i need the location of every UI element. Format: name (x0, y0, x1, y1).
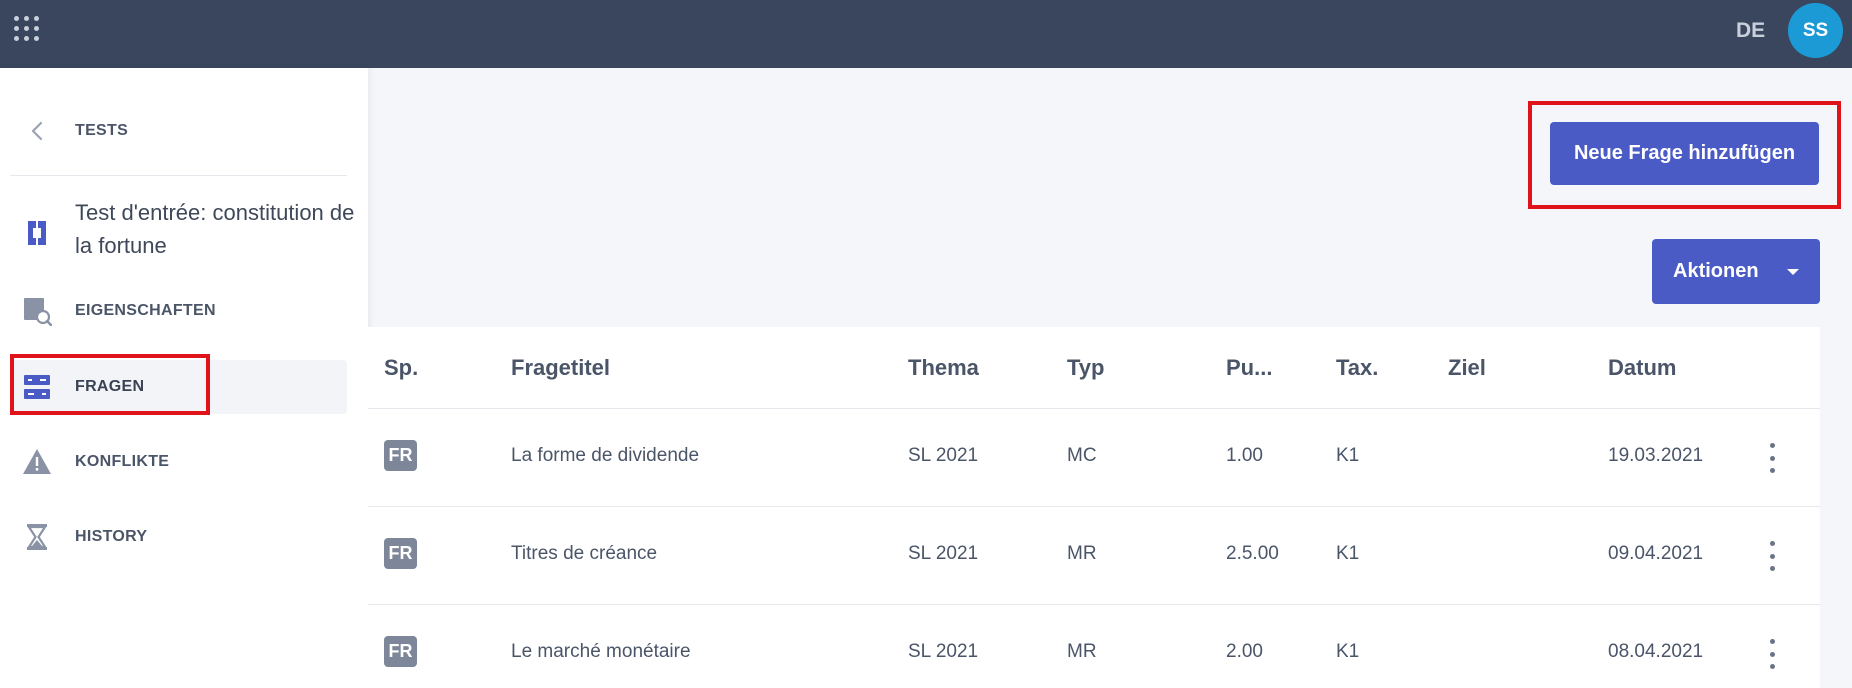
test-bracket-icon (22, 218, 52, 248)
table-row[interactable]: FR La forme de dividende SL 2021 MC 1.00… (368, 409, 1820, 507)
warning-icon (22, 447, 52, 477)
question-points: 2.5.00 (1226, 543, 1279, 564)
question-title[interactable]: La forme de dividende (511, 445, 699, 467)
top-bar: DE SS (0, 0, 1852, 68)
language-badge: FR (384, 440, 417, 471)
question-date: 08.04.2021 (1608, 641, 1704, 662)
column-header-language[interactable]: Sp. (384, 355, 418, 381)
question-date: 19.03.2021 (1608, 445, 1704, 466)
column-header-points[interactable]: Pu... (1226, 355, 1272, 381)
table-row[interactable]: FR Titres de créance SL 2021 MR 2.5.00 K… (368, 507, 1820, 605)
column-header-type[interactable]: Typ (1067, 355, 1104, 381)
language-badge: FR (384, 538, 417, 569)
properties-search-icon (22, 296, 52, 326)
sidebar-item-konflikte[interactable]: KONFLIKTE (10, 435, 347, 489)
row-menu-icon[interactable] (1762, 541, 1782, 571)
sidebar-item-fragen[interactable]: FRAGEN (10, 360, 347, 414)
questions-icon (22, 372, 52, 402)
question-type: MR (1067, 641, 1097, 662)
question-taxonomy: K1 (1336, 543, 1360, 564)
actions-label: Aktionen (1673, 260, 1759, 282)
sidebar-item-label: EIGENSCHAFTEN (75, 302, 216, 319)
column-header-date[interactable]: Datum (1608, 355, 1676, 381)
user-avatar[interactable]: SS (1788, 3, 1843, 58)
hourglass-icon (22, 522, 52, 552)
table-row[interactable]: FR Le marché monétaire SL 2021 MR 2.00 K… (368, 605, 1820, 688)
back-label: TESTS (75, 122, 129, 139)
table-header: Sp. Fragetitel Thema Typ Pu... Tax. Ziel… (368, 327, 1820, 409)
question-date: 09.04.2021 (1608, 543, 1704, 564)
caret-down-icon (1786, 268, 1799, 275)
questions-table: Sp. Fragetitel Thema Typ Pu... Tax. Ziel… (368, 327, 1820, 688)
column-header-title[interactable]: Fragetitel (511, 355, 610, 381)
sidebar-item-label: FRAGEN (75, 378, 145, 395)
column-header-topic[interactable]: Thema (908, 355, 979, 381)
language-switcher[interactable]: DE (1736, 19, 1765, 43)
chevron-left-icon (22, 116, 52, 146)
sidebar-item-label: HISTORY (75, 528, 148, 545)
sidebar: TESTS Test d'entrée: constitution de la … (0, 68, 368, 688)
sidebar-item-history[interactable]: HISTORY (10, 510, 347, 564)
row-menu-icon[interactable] (1762, 443, 1782, 473)
row-menu-icon[interactable] (1762, 639, 1782, 669)
sidebar-item-label: KONFLIKTE (75, 453, 170, 470)
question-type: MC (1067, 445, 1097, 466)
language-badge: FR (384, 636, 417, 667)
apps-grid-icon[interactable] (14, 16, 40, 42)
question-topic: SL 2021 (908, 543, 979, 564)
question-taxonomy: K1 (1336, 445, 1360, 466)
sidebar-divider (10, 175, 347, 176)
question-title[interactable]: Le marché monétaire (511, 641, 691, 663)
question-topic: SL 2021 (908, 445, 979, 466)
question-title[interactable]: Titres de créance (511, 543, 657, 565)
column-header-goal[interactable]: Ziel (1448, 355, 1486, 381)
add-question-button[interactable]: Neue Frage hinzufügen (1550, 122, 1819, 185)
test-title: Test d'entrée: constitution de la fortun… (75, 200, 355, 258)
column-header-taxonomy[interactable]: Tax. (1336, 355, 1378, 381)
question-points: 1.00 (1226, 445, 1263, 466)
question-topic: SL 2021 (908, 641, 979, 662)
test-header: Test d'entrée: constitution de la fortun… (22, 196, 355, 262)
question-type: MR (1067, 543, 1097, 564)
back-to-tests-link[interactable]: TESTS (22, 116, 128, 146)
question-taxonomy: K1 (1336, 641, 1360, 662)
sidebar-item-eigenschaften[interactable]: EIGENSCHAFTEN (10, 284, 347, 338)
actions-dropdown-button[interactable]: Aktionen (1652, 239, 1820, 304)
question-points: 2.00 (1226, 641, 1263, 662)
